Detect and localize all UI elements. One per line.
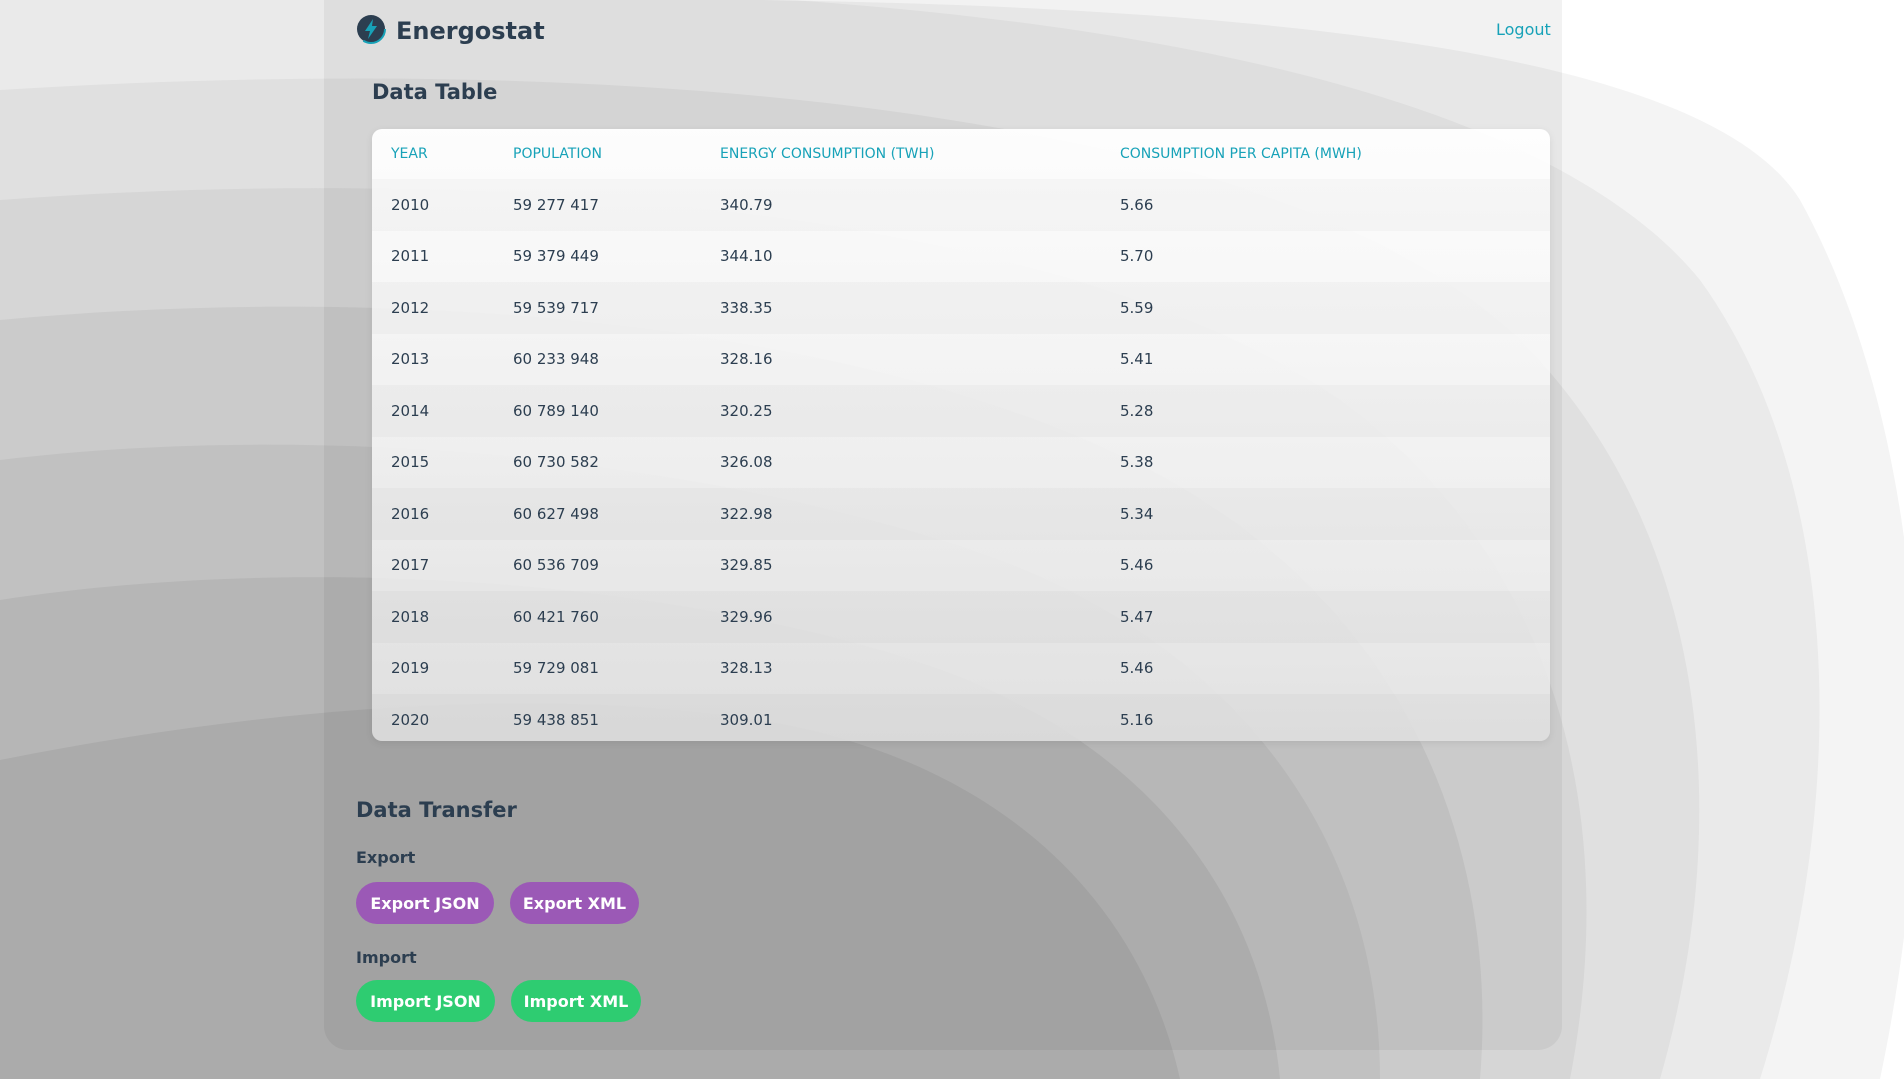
cell-energy-consumption: 326.08 <box>720 453 773 472</box>
cell-year: 2010 <box>372 179 494 231</box>
import-xml-button[interactable]: Import XML <box>511 980 641 1022</box>
cell-population: 59 379 449 <box>513 247 599 266</box>
cell-population: 59 438 851 <box>494 694 701 741</box>
table-row: 2014 60 789 140 320.25 5.28 <box>372 385 1550 437</box>
table-row: 2016 60 627 498 322.98 5.34 <box>372 488 1550 540</box>
cell-consumption-per-capita: 5.47 <box>1101 591 1550 643</box>
cell-population: 60 233 948 <box>513 350 599 369</box>
cell-energy-consumption: 328.13 <box>720 659 773 678</box>
cell-year: 2018 <box>372 591 494 643</box>
export-label: Export <box>356 848 416 867</box>
logout-link[interactable]: Logout <box>1496 20 1551 39</box>
cell-population: 60 536 709 <box>513 556 599 575</box>
column-header-energy-consumption[interactable]: ENERGY CONSUMPTION (TWH) <box>701 129 1101 179</box>
column-header-consumption-per-capita[interactable]: CONSUMPTION PER CAPITA (MWH) <box>1101 129 1550 179</box>
top-bar: Energostat Logout <box>356 10 1556 50</box>
data-transfer-title: Data Transfer <box>356 798 517 822</box>
cell-consumption-per-capita: 5.59 <box>1101 282 1550 334</box>
table-row: 2011 59 379 449 344.10 5.70 <box>372 231 1550 283</box>
export-json-button[interactable]: Export JSON <box>356 882 494 924</box>
cell-year: 2019 <box>391 659 430 678</box>
cell-consumption-per-capita: 5.46 <box>1120 659 1154 678</box>
table-row: 2017 60 536 709 329.85 5.46 <box>372 540 1550 592</box>
export-xml-button[interactable]: Export XML <box>510 882 639 924</box>
cell-energy-consumption: 328.16 <box>720 350 773 369</box>
cell-energy-consumption: 309.01 <box>701 694 1101 741</box>
cell-consumption-per-capita: 5.38 <box>1120 453 1154 472</box>
cell-year: 2020 <box>372 694 494 741</box>
data-table-title: Data Table <box>372 80 498 104</box>
cell-population: 60 627 498 <box>494 488 701 540</box>
cell-year: 2012 <box>372 282 494 334</box>
cell-year: 2017 <box>391 556 430 575</box>
cell-energy-consumption: 322.98 <box>701 488 1101 540</box>
cell-year: 2016 <box>372 488 494 540</box>
cell-population: 60 730 582 <box>513 453 599 472</box>
table-header-row: YEAR POPULATION ENERGY CONSUMPTION (TWH)… <box>372 129 1550 179</box>
cell-energy-consumption: 329.96 <box>701 591 1101 643</box>
column-header-year[interactable]: YEAR <box>372 129 494 179</box>
cell-year: 2011 <box>391 247 430 266</box>
data-table: YEAR POPULATION ENERGY CONSUMPTION (TWH)… <box>372 129 1550 741</box>
cell-year: 2014 <box>372 385 494 437</box>
cell-consumption-per-capita: 5.16 <box>1101 694 1550 741</box>
cell-year: 2013 <box>391 350 430 369</box>
table-row: 2010 59 277 417 340.79 5.66 <box>372 179 1550 231</box>
cell-population: 60 789 140 <box>494 385 701 437</box>
cell-population: 59 277 417 <box>494 179 701 231</box>
cell-consumption-per-capita: 5.28 <box>1101 385 1550 437</box>
cell-consumption-per-capita: 5.46 <box>1120 556 1154 575</box>
table-row: 2013 60 233 948 328.16 5.41 <box>372 334 1550 386</box>
brand-name: Energostat <box>396 17 545 45</box>
table-row: 2020 59 438 851 309.01 5.16 <box>372 694 1550 741</box>
cell-consumption-per-capita: 5.66 <box>1101 179 1550 231</box>
cell-population: 59 539 717 <box>494 282 701 334</box>
cell-energy-consumption: 340.79 <box>701 179 1101 231</box>
cell-consumption-per-capita: 5.41 <box>1120 350 1154 369</box>
cell-energy-consumption: 344.10 <box>720 247 773 266</box>
cell-consumption-per-capita: 5.34 <box>1101 488 1550 540</box>
cell-energy-consumption: 329.85 <box>720 556 773 575</box>
cell-population: 60 421 760 <box>494 591 701 643</box>
cell-year: 2015 <box>391 453 430 472</box>
cell-energy-consumption: 320.25 <box>701 385 1101 437</box>
import-label: Import <box>356 948 417 967</box>
column-header-population[interactable]: POPULATION <box>494 129 701 179</box>
cell-energy-consumption: 338.35 <box>701 282 1101 334</box>
table-row: 2012 59 539 717 338.35 5.59 <box>372 282 1550 334</box>
cell-consumption-per-capita: 5.70 <box>1120 247 1154 266</box>
table-row: 2018 60 421 760 329.96 5.47 <box>372 591 1550 643</box>
import-json-button[interactable]: Import JSON <box>356 980 495 1022</box>
table-row: 2019 59 729 081 328.13 5.46 <box>372 643 1550 695</box>
cell-population: 59 729 081 <box>513 659 599 678</box>
lightning-bolt-icon <box>356 14 386 44</box>
table-row: 2015 60 730 582 326.08 5.38 <box>372 437 1550 489</box>
